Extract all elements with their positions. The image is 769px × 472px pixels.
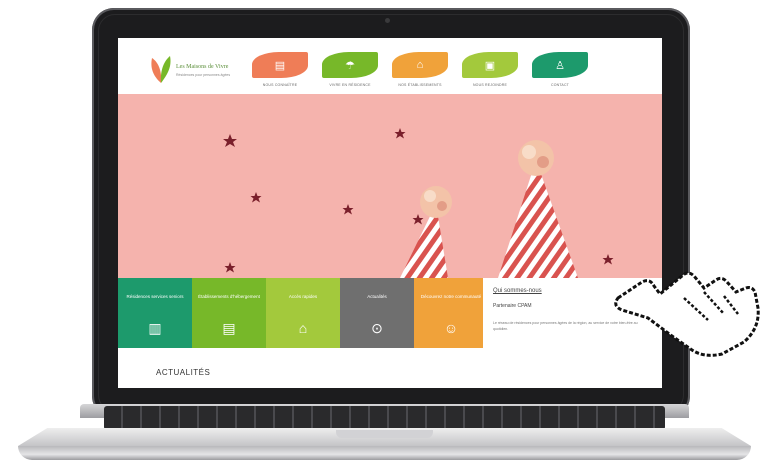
pointer-hand-icon [614,271,760,357]
info-subtitle: Partenaire CPAM [493,303,532,309]
clipboard-icon: ▣ [462,52,518,78]
nav-item-contact[interactable]: ♙ Contact [528,50,592,92]
tile-label: Établissements d'hébergement [198,294,260,299]
quick-access-tiles: Résidences services seniors ▥ Établissem… [118,278,662,354]
building-icon: ▥ [148,320,162,336]
houses-icon: ⌂ [298,320,308,336]
tile-label: Découvrez notre communauté [420,294,482,299]
site-header: Les Maisons de Vivre Résidences pour per… [118,38,662,94]
nav-item-nos-etablissements[interactable]: ⌂ Nos établissements [388,50,452,92]
nav-item-nous-connaitre[interactable]: ▤ Nous connaître [248,50,312,92]
logo-title: Les Maisons de Vivre [176,64,229,70]
nav-item-vivre-en-residence[interactable]: ☂ Vivre en résidence [318,50,382,92]
keyboard [104,406,665,430]
nav-label: Nos établissements [398,83,442,87]
tile-label: Résidences services seniors [126,294,184,299]
site-logo[interactable]: Les Maisons de Vivre Résidences pour per… [148,52,238,86]
person-icon: ♙ [532,52,588,78]
tile-actualites[interactable]: Actualités ⊙ [340,278,414,348]
tile-etablissements[interactable]: Établissements d'hébergement ▤ [192,278,266,348]
nav-label: Nous connaître [262,83,298,87]
hero-banner [118,94,662,278]
trackpad-notch [336,430,433,438]
camera-icon [385,18,390,23]
tile-label: Actualités [367,294,387,299]
nav-label: Nous rejoindre [472,83,508,87]
logo-subtitle: Résidences pour personnes âgées [176,73,231,77]
leaf-logo-icon [151,56,171,83]
pin-icon: ⊙ [371,320,383,336]
tile-communaute[interactable]: Découvrez notre communauté ☺ [414,278,488,348]
news-heading: ACTUALITÉS [156,368,211,377]
document-icon: ▤ [222,320,236,336]
nav-item-nous-rejoindre[interactable]: ▣ Nous rejoindre [458,50,522,92]
laptop-base [18,404,751,462]
browser-screen: Les Maisons de Vivre Résidences pour per… [118,38,662,388]
document-icon: ▤ [252,52,308,78]
nav-label: Vivre en résidence [329,83,371,87]
tile-acces-rapides[interactable]: Accès rapides ⌂ [266,278,340,348]
tile-residences[interactable]: Résidences services seniors ▥ [118,278,192,348]
people-icon: ☺ [443,320,459,336]
info-title-link[interactable]: Qui sommes-nous [493,288,542,294]
houses-icon: ⌂ [392,52,448,78]
umbrella-icon: ☂ [322,52,378,78]
party-hats-illustration [223,128,614,278]
laptop-front-edge [18,446,751,460]
nav-label: Contact [550,83,570,87]
tile-label: Accès rapides [288,294,318,299]
